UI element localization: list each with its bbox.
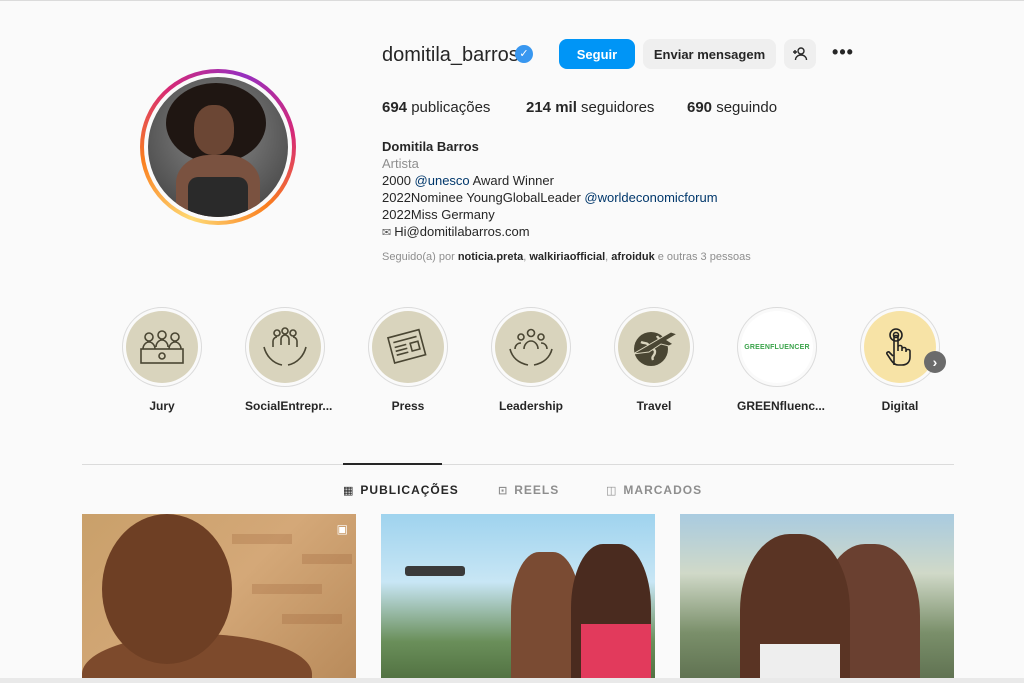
following-count: 690 — [687, 99, 713, 116]
tab-label: PUBLICAÇÕES — [360, 483, 459, 497]
chevron-right-icon: › — [932, 354, 938, 370]
highlight-label: Digital — [881, 399, 919, 413]
bio-line-1-a: 2000 — [382, 173, 415, 188]
add-user-icon — [793, 47, 808, 61]
tab-marcados[interactable]: ◫ MARCADOS — [606, 483, 702, 497]
profile-username: domitila_barros — [382, 44, 519, 66]
greenfluencer-logo: GREENFLUENCER — [744, 343, 810, 351]
bio-email: Hi@domitilabarros.com — [394, 224, 530, 239]
highlight-label: GREENfluenc... — [737, 399, 826, 413]
envelope-icon: ✉ — [382, 227, 395, 239]
avatar-top — [188, 177, 248, 217]
highlight-greenfluencer[interactable]: GREENFLUENCER GREENfluenc... — [737, 307, 826, 413]
highlight-circle — [249, 311, 321, 383]
highlight-label: Leadership — [498, 399, 564, 413]
avatar-face — [194, 105, 234, 155]
followers-stat[interactable]: 214 mil seguidores — [526, 99, 654, 116]
post-thumbnail[interactable] — [680, 514, 954, 683]
highlight-ring — [491, 307, 571, 387]
highlight-ring: GREENFLUENCER — [737, 307, 817, 387]
follow-button[interactable]: Seguir — [559, 39, 635, 69]
tabs-divider — [82, 464, 954, 465]
globe-plane-icon — [632, 331, 679, 366]
highlight-circle — [495, 311, 567, 383]
highlight-circle — [372, 311, 444, 383]
reels-icon: ⊡ — [498, 484, 509, 497]
following-label: seguindo — [712, 99, 778, 116]
followed-suffix: e outras 3 pessoas — [654, 251, 751, 263]
followed-user-1: noticia.preta — [457, 251, 524, 263]
highlight-label: SocialEntrepr... — [245, 399, 333, 413]
mention-worldeconomicforum[interactable]: @worldeconomicforum — [584, 190, 717, 205]
post-thumbnail[interactable]: ▣ — [82, 514, 356, 683]
grid-icon: ▦ — [343, 484, 355, 497]
followers-label: seguidores — [576, 99, 655, 116]
bio-line-4: ✉ Hi@domitilabarros.com — [382, 223, 718, 242]
highlights-next-button[interactable]: › — [924, 351, 946, 373]
profile-bio: Domitila Barros Artista 2000 @unesco Awa… — [382, 138, 718, 242]
bio-line-1: 2000 @unesco Award Winner — [382, 172, 718, 189]
jury-icon — [140, 330, 184, 364]
verified-badge-icon: ✓ — [515, 45, 533, 63]
tagged-icon: ◫ — [606, 484, 618, 497]
newspaper-icon — [386, 328, 427, 364]
tab-reels[interactable]: ⊡ REELS — [498, 483, 559, 497]
highlight-ring — [860, 307, 940, 387]
post-thumbnail[interactable] — [381, 514, 655, 683]
highlight-press[interactable]: Press — [368, 307, 448, 413]
followed-user-2: walkiriaofficial — [529, 251, 606, 263]
followed-user-3: afroiduk — [611, 251, 655, 263]
avatar-frame — [144, 73, 292, 221]
highlight-ring — [614, 307, 694, 387]
posts-label: publicações — [407, 99, 491, 116]
highlight-jury[interactable]: Jury — [122, 307, 202, 413]
followed-by[interactable]: Seguido(a) por noticia.preta, walkiriaof… — [382, 251, 751, 263]
bottom-border — [0, 678, 1024, 683]
posts-stat: 694 publicações — [382, 99, 490, 116]
mention-unesco[interactable]: @unesco — [415, 173, 470, 188]
bio-line-1-b: Award Winner — [469, 173, 554, 188]
following-stat[interactable]: 690 seguindo — [687, 99, 777, 116]
bio-line-2: 2022Nominee YoungGlobalLeader @worldecon… — [382, 189, 718, 206]
send-message-button[interactable]: Enviar mensagem — [643, 39, 776, 69]
highlight-circle — [864, 311, 936, 383]
bio-category: Artista — [382, 156, 419, 171]
highlight-circle — [126, 311, 198, 383]
drone-shape — [405, 566, 465, 576]
highlight-leadership[interactable]: Leadership — [491, 307, 571, 413]
bio-line-3: 2022Miss Germany — [382, 207, 495, 222]
highlight-ring — [245, 307, 325, 387]
highlight-ring — [368, 307, 448, 387]
suggest-user-button[interactable] — [784, 39, 816, 69]
followed-prefix: Seguido(a) por — [382, 251, 458, 263]
tab-publicacoes[interactable]: ▦ PUBLICAÇÕES — [343, 483, 459, 497]
followers-count: 214 mil — [526, 99, 577, 116]
highlight-circle — [618, 311, 690, 383]
active-tab-indicator — [343, 463, 442, 465]
avatar-photo — [148, 77, 288, 217]
leadership-icon — [509, 328, 553, 366]
posts-count: 694 — [382, 99, 408, 116]
hands-people-icon — [263, 327, 307, 366]
highlight-ring — [122, 307, 202, 387]
touch-hand-icon — [886, 328, 911, 366]
tab-label: REELS — [514, 483, 560, 497]
highlight-travel[interactable]: Travel — [614, 307, 694, 413]
highlight-socialentrepr[interactable]: SocialEntrepr... — [245, 307, 333, 413]
reel-icon: ▣ — [336, 522, 348, 536]
highlight-label: Press — [391, 399, 425, 413]
profile-avatar[interactable] — [140, 69, 296, 225]
highlight-label: Travel — [636, 399, 672, 413]
tab-label: MARCADOS — [623, 483, 703, 497]
highlight-circle: GREENFLUENCER — [741, 311, 813, 383]
more-options-button[interactable]: ••• — [828, 37, 858, 67]
bio-name: Domitila Barros — [382, 139, 479, 154]
bio-line-2-a: 2022Nominee YoungGlobalLeader — [382, 190, 585, 205]
highlight-label: Jury — [149, 399, 175, 413]
